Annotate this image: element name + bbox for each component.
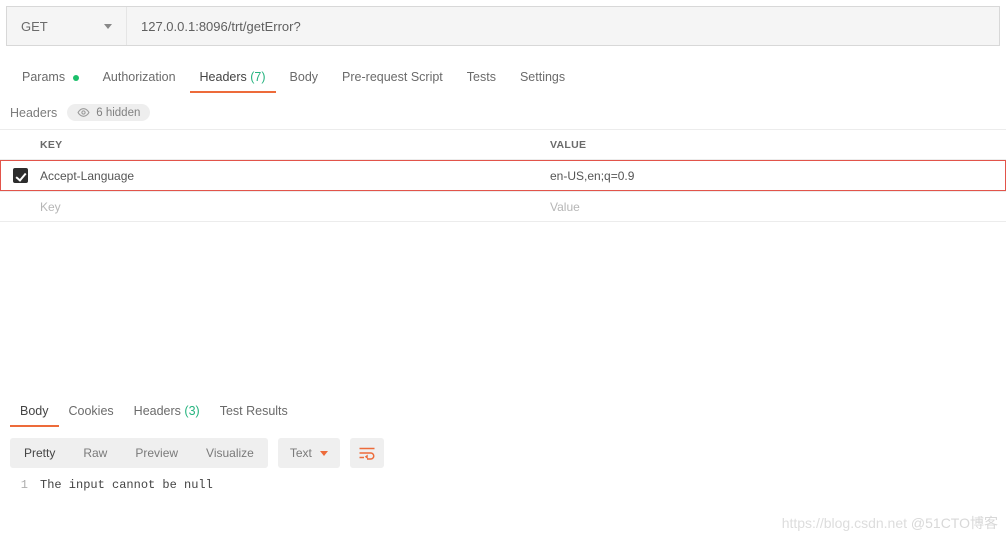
view-raw-button[interactable]: Raw <box>69 438 121 468</box>
url-text: 127.0.0.1:8096/trt/getError? <box>141 19 301 34</box>
http-method-select[interactable]: GET <box>7 7 127 45</box>
hidden-headers-label: 6 hidden <box>96 107 140 119</box>
chevron-down-icon <box>104 24 112 29</box>
column-value: VALUE <box>550 139 1006 151</box>
view-pretty-button[interactable]: Pretty <box>10 438 69 468</box>
watermark: https://blog.csdn.net @51CTO博客 <box>782 513 998 533</box>
tab-tests[interactable]: Tests <box>455 64 508 90</box>
response-body[interactable]: 1 The input cannot be null <box>10 478 1006 492</box>
http-method-label: GET <box>21 19 48 34</box>
view-mode-group: Pretty Raw Preview Visualize <box>10 438 268 468</box>
line-number: 1 <box>10 478 40 492</box>
tab-settings[interactable]: Settings <box>508 64 577 90</box>
chevron-down-icon <box>320 451 328 456</box>
tab-prerequest[interactable]: Pre-request Script <box>330 64 455 90</box>
resp-tab-headers-count: (3) <box>184 404 199 418</box>
column-key: KEY <box>40 139 550 151</box>
table-row-new[interactable]: Key Value <box>0 191 1006 222</box>
resp-tab-body[interactable]: Body <box>10 398 59 424</box>
watermark-left: https://blog.csdn.net <box>782 515 907 531</box>
view-visualize-button[interactable]: Visualize <box>192 438 268 468</box>
wrap-lines-button[interactable] <box>350 438 384 468</box>
changes-dot-icon <box>73 75 79 81</box>
headers-section-title: Headers <box>10 106 57 120</box>
body-format-select[interactable]: Text <box>278 438 340 468</box>
tab-headers-count: (7) <box>250 70 265 84</box>
tab-headers-label: Headers <box>200 70 247 84</box>
resp-tab-headers-label: Headers <box>134 404 181 418</box>
tab-params[interactable]: Params <box>10 64 91 90</box>
tab-body[interactable]: Body <box>278 64 331 90</box>
resp-tab-cookies[interactable]: Cookies <box>59 398 124 424</box>
tab-params-label: Params <box>22 70 65 84</box>
header-value-input[interactable]: en-US,en;q=0.9 <box>550 169 1006 183</box>
hidden-headers-toggle[interactable]: 6 hidden <box>67 104 150 121</box>
eye-icon <box>77 106 90 119</box>
resp-tab-headers[interactable]: Headers (3) <box>124 398 210 424</box>
tab-headers[interactable]: Headers (7) <box>188 64 278 90</box>
tab-authorization[interactable]: Authorization <box>91 64 188 90</box>
resp-tab-test-results[interactable]: Test Results <box>210 398 298 424</box>
header-value-placeholder[interactable]: Value <box>550 200 1006 214</box>
checkbox-icon[interactable] <box>13 168 28 183</box>
body-format-label: Text <box>290 446 312 460</box>
url-input[interactable]: 127.0.0.1:8096/trt/getError? <box>127 7 999 45</box>
response-body-text: The input cannot be null <box>40 478 213 492</box>
view-preview-button[interactable]: Preview <box>121 438 192 468</box>
table-row[interactable]: Accept-Language en-US,en;q=0.9 <box>0 160 1006 191</box>
headers-table-head: KEY VALUE <box>0 129 1006 160</box>
watermark-right: @51CTO博客 <box>911 515 998 531</box>
wrap-icon <box>358 446 376 460</box>
header-key-placeholder[interactable]: Key <box>40 200 550 214</box>
header-key-input[interactable]: Accept-Language <box>40 169 550 183</box>
